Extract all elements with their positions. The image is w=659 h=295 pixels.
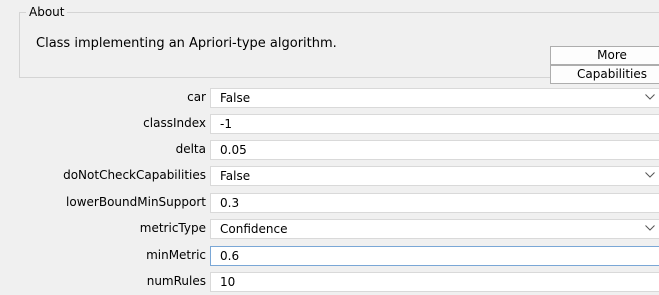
metrictype-dropdown[interactable]: Confidence — [210, 219, 659, 239]
property-value: False — [220, 169, 251, 183]
car-dropdown[interactable]: False — [210, 88, 659, 108]
property-label: classIndex — [143, 116, 206, 130]
property-label: lowerBoundMinSupport — [66, 195, 206, 209]
more-button[interactable]: More — [550, 46, 659, 65]
property-row-donotcheckcapabilities: doNotCheckCapabilities False — [0, 166, 659, 186]
donotcheckcapabilities-dropdown[interactable]: False — [210, 166, 659, 186]
property-label: minMetric — [146, 248, 206, 262]
property-label: doNotCheckCapabilities — [63, 168, 206, 182]
property-value: 10 — [220, 275, 236, 289]
property-value: 0.3 — [220, 196, 240, 210]
chevron-down-icon — [645, 172, 655, 178]
delta-field[interactable]: 0.05 — [210, 140, 659, 160]
lowerboundminsupport-field[interactable]: 0.3 — [210, 193, 659, 213]
property-row-metrictype: metricType Confidence — [0, 219, 659, 239]
property-label: car — [187, 90, 206, 104]
property-value: 0.6 — [220, 249, 240, 263]
chevron-down-icon — [645, 94, 655, 100]
property-value: 0.05 — [220, 143, 247, 157]
numrules-field[interactable]: 10 — [210, 272, 659, 292]
property-value: Confidence — [220, 222, 288, 236]
property-row-minmetric: minMetric 0.6 — [0, 246, 659, 266]
chevron-down-icon — [645, 225, 655, 231]
property-value: False — [220, 91, 251, 105]
minmetric-field[interactable]: 0.6 — [210, 246, 659, 266]
about-description: Class implementing an Apriori-type algor… — [36, 36, 337, 51]
property-row-delta: delta 0.05 — [0, 140, 659, 160]
about-legend: About — [26, 5, 68, 19]
property-row-classindex: classIndex -1 — [0, 114, 659, 134]
property-label: delta — [175, 142, 206, 156]
property-value: -1 — [220, 117, 232, 131]
capabilities-button[interactable]: Capabilities — [550, 65, 659, 84]
property-row-car: car False — [0, 88, 659, 108]
property-row-numrules: numRules 10 — [0, 272, 659, 292]
property-label: numRules — [146, 274, 206, 288]
about-group: About Class implementing an Apriori-type… — [19, 5, 659, 84]
property-label: metricType — [139, 221, 206, 235]
classindex-field[interactable]: -1 — [210, 114, 659, 134]
property-row-lowerboundminsupport: lowerBoundMinSupport 0.3 — [0, 193, 659, 213]
